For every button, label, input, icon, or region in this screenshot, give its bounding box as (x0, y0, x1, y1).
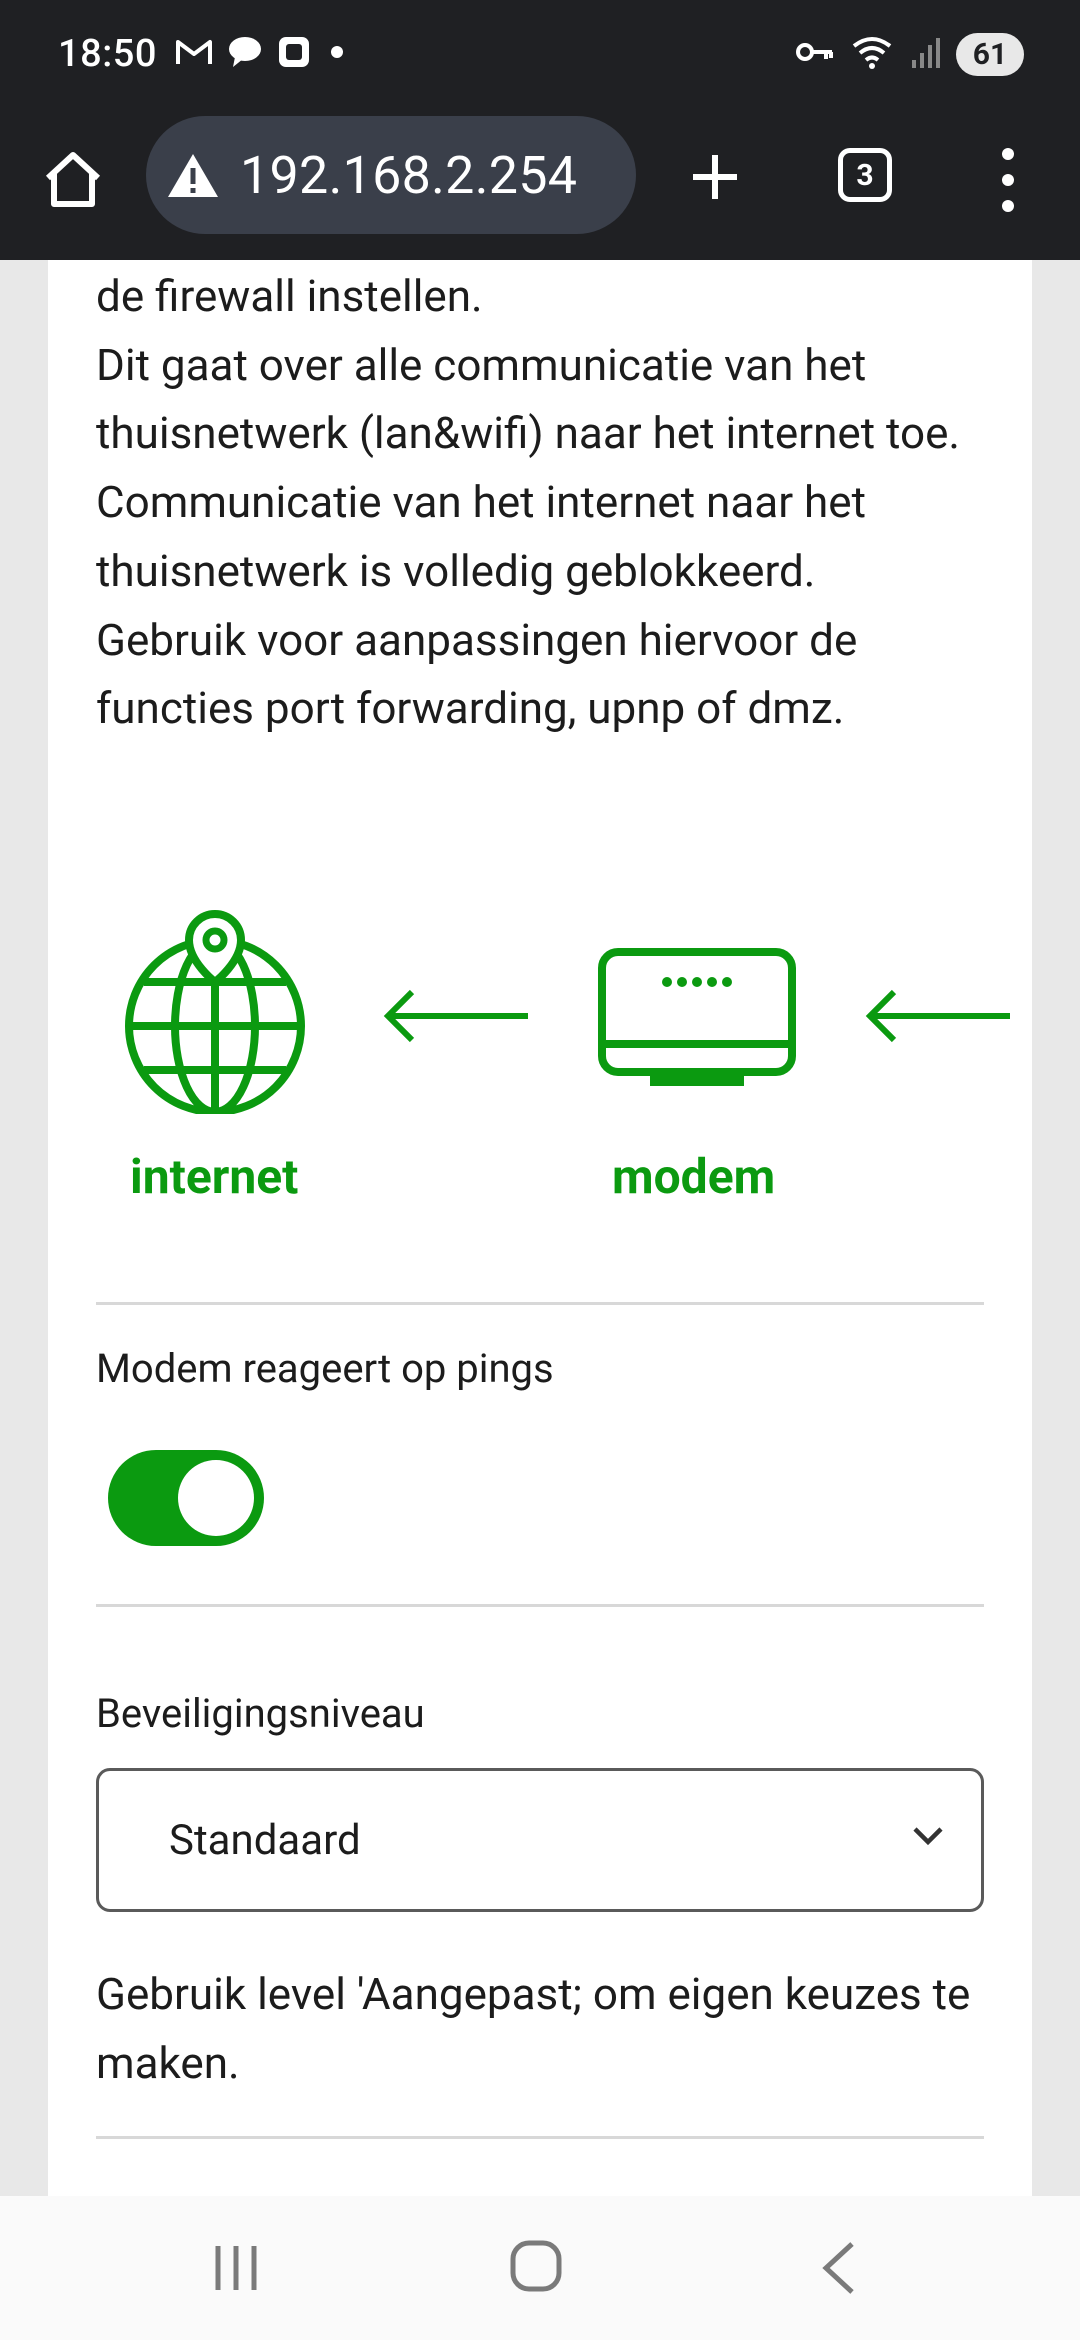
hint-text: Gebruik level 'Aangepast; om eigen keuze… (96, 1968, 971, 2089)
status-time: 18:50 (58, 32, 157, 76)
ping-toggle[interactable] (108, 1450, 264, 1546)
recent-apps-icon (215, 2246, 257, 2290)
tab-switcher-button[interactable]: 3 (838, 148, 892, 202)
wifi-icon (850, 34, 894, 74)
more-menu-button[interactable] (988, 148, 1028, 212)
chat-icon (227, 35, 263, 73)
new-tab-button[interactable] (683, 145, 747, 209)
arrow-left-icon (865, 989, 1010, 1043)
security-level-select[interactable]: Standaard (96, 1768, 984, 1912)
intro-line: Gebruik voor aanpassingen hiervoor de fu… (96, 613, 858, 735)
battery-badge: 61 (956, 32, 1024, 76)
app-icon (277, 35, 311, 73)
key-icon (796, 40, 834, 68)
recent-apps-button[interactable] (210, 2242, 262, 2298)
security-level-label: Beveiligingsniveau (96, 1690, 425, 1737)
warning-icon (168, 154, 218, 197)
notification-icons (175, 35, 349, 73)
signal-icon (910, 36, 940, 72)
firewall-card: de firewall instellen. Dit gaat over all… (48, 260, 1032, 2196)
address-bar[interactable]: 192.168.2.254 (146, 116, 636, 234)
status-bar: 18:50 61 (0, 0, 1080, 108)
globe-icon (125, 910, 305, 1114)
dot-icon (325, 40, 349, 68)
modem-icon (598, 948, 796, 1086)
home-icon (45, 152, 101, 207)
arrow-left-icon (383, 989, 528, 1043)
divider (96, 2136, 984, 2139)
chevron-down-icon (913, 1827, 943, 1846)
network-diagram: internet modem (48, 910, 1032, 1220)
back-button[interactable] (818, 2240, 858, 2300)
ping-label: Modem reageert op pings (96, 1345, 554, 1392)
address-text: 192.168.2.254 (240, 144, 578, 206)
back-icon (822, 2242, 854, 2294)
internet-label: internet (130, 1148, 299, 1205)
intro-line: Communicatie van het internet naar het t… (96, 476, 866, 597)
intro-text: de firewall instellen. Dit gaat over all… (96, 262, 1016, 743)
browser-toolbar: 192.168.2.254 3 (0, 108, 1080, 260)
select-value: Standaard (169, 1815, 361, 1865)
intro-line: de firewall instellen. (96, 270, 483, 322)
home-circle-icon (510, 2240, 562, 2292)
gmail-icon (175, 37, 213, 71)
plus-icon (693, 155, 737, 199)
intro-line: Dit gaat over alle communicatie van het … (96, 338, 961, 460)
modem-label: modem (612, 1148, 776, 1205)
divider (96, 1302, 984, 1305)
home-nav-button[interactable] (508, 2238, 564, 2298)
toggle-knob (178, 1460, 254, 1536)
divider (96, 1604, 984, 1607)
system-nav-bar (0, 2196, 1080, 2340)
home-button[interactable] (40, 146, 106, 212)
